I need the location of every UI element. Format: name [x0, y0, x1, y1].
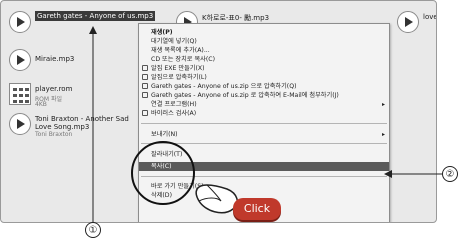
marker-1: ① [85, 222, 101, 238]
marker-2: ② [442, 166, 458, 182]
marker-lines [89, 26, 442, 222]
